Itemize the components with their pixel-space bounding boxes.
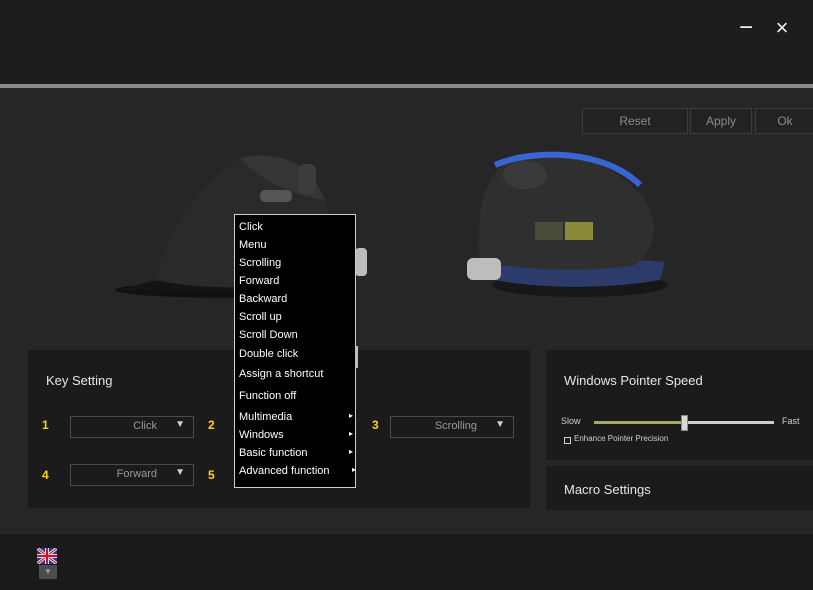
menu-item-assign-shortcut[interactable]: Assign a shortcut xyxy=(239,368,323,380)
key-2-number: 2 xyxy=(208,418,215,432)
reset-button[interactable]: Reset xyxy=(582,108,688,134)
minimize-button[interactable]: − xyxy=(732,14,760,42)
key-setting-title: Key Setting xyxy=(46,373,113,388)
submenu-arrow-icon: ▸ xyxy=(349,447,354,456)
key-5-number: 5 xyxy=(208,468,215,482)
macro-settings-title: Macro Settings xyxy=(564,482,651,497)
menu-item-advanced-function[interactable]: Advanced function ▸ xyxy=(239,465,356,477)
triangle-down-icon: ▼ xyxy=(44,567,52,576)
enhance-precision-checkbox[interactable] xyxy=(564,437,571,444)
menu-item-menu[interactable]: Menu xyxy=(239,239,267,251)
triangle-down-icon: ▼ xyxy=(175,467,185,478)
menu-item-windows[interactable]: Windows ▸ xyxy=(239,429,353,441)
key-1-number: 1 xyxy=(42,418,49,432)
submenu-arrow-icon: ▸ xyxy=(352,465,357,474)
title-bar xyxy=(0,0,813,84)
slider-thumb[interactable] xyxy=(681,415,688,431)
menu-item-forward[interactable]: Forward xyxy=(239,275,279,287)
key-4-number: 4 xyxy=(42,468,49,482)
key-4-value: Forward xyxy=(116,468,157,480)
language-dropdown-button[interactable]: ▼ xyxy=(39,565,57,579)
key-1-value: Click xyxy=(133,420,157,432)
ok-button[interactable]: Ok xyxy=(755,108,813,134)
menu-item-click[interactable]: Click xyxy=(239,221,263,233)
menu-item-backward[interactable]: Backward xyxy=(239,293,287,305)
close-button[interactable]: × xyxy=(768,14,796,42)
uk-flag-icon[interactable] xyxy=(37,548,57,564)
slider-fill xyxy=(594,421,684,424)
triangle-down-icon: ▼ xyxy=(495,419,505,430)
menu-item-function-off[interactable]: Function off xyxy=(239,390,296,402)
apply-button[interactable]: Apply xyxy=(690,108,752,134)
triangle-down-icon: ▼ xyxy=(175,419,185,430)
submenu-arrow-icon: ▸ xyxy=(349,429,354,438)
key-3-dropdown[interactable]: Scrolling ▼ xyxy=(390,416,514,438)
pointer-speed-panel xyxy=(546,350,813,460)
key-4-dropdown[interactable]: Forward ▼ xyxy=(70,464,194,486)
menu-item-scroll-up[interactable]: Scroll up xyxy=(239,311,282,323)
menu-item-scrolling[interactable]: Scrolling xyxy=(239,257,281,269)
menu-scrollbar[interactable] xyxy=(355,346,358,368)
menu-item-basic-function[interactable]: Basic function ▸ xyxy=(239,447,353,459)
key-3-number: 3 xyxy=(372,418,379,432)
menu-item-double-click[interactable]: Double click xyxy=(239,348,298,360)
menu-item-multimedia[interactable]: Multimedia ▸ xyxy=(239,411,353,423)
key-1-dropdown[interactable]: Click ▼ xyxy=(70,416,194,438)
fast-label: Fast xyxy=(782,416,800,426)
pointer-speed-title: Windows Pointer Speed xyxy=(564,373,703,388)
bottom-bar xyxy=(0,534,813,590)
enhance-precision-label: Enhance Pointer Precision xyxy=(574,434,669,443)
mouse-right-view-image xyxy=(467,151,668,297)
action-context-menu: Click Menu Scrolling Forward Backward Sc… xyxy=(234,214,356,488)
submenu-arrow-icon: ▸ xyxy=(349,411,354,420)
pointer-speed-slider[interactable] xyxy=(594,415,774,431)
key-3-value: Scrolling xyxy=(434,420,477,432)
menu-item-scroll-down[interactable]: Scroll Down xyxy=(239,329,298,341)
slow-label: Slow xyxy=(561,416,581,426)
